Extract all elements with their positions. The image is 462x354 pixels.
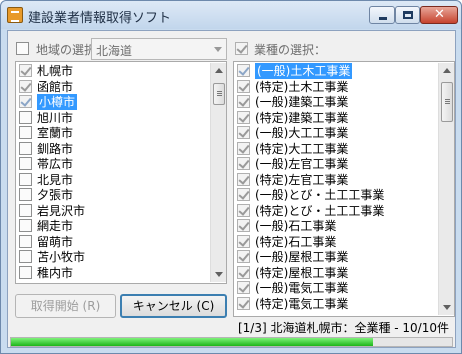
close-button[interactable]: ✕ — [420, 6, 458, 24]
app-icon — [7, 7, 23, 23]
list-item-checkbox[interactable] — [237, 219, 250, 232]
scroll-thumb[interactable] — [213, 83, 225, 105]
list-item-label: (一般)石工事業 — [255, 219, 337, 233]
list-item-label: 札幌市 — [37, 64, 74, 78]
minimize-button[interactable] — [369, 6, 395, 24]
list-item-checkbox[interactable] — [237, 188, 250, 201]
list-item-label: (一般)とび・土工工事業 — [255, 188, 385, 202]
list-item-checkbox[interactable] — [237, 79, 250, 93]
list-item-checkbox[interactable] — [19, 64, 32, 77]
list-item-checkbox[interactable] — [237, 95, 250, 108]
region-checkbox[interactable] — [16, 42, 29, 55]
list-item-checkbox[interactable] — [19, 188, 32, 201]
list-item-checkbox[interactable] — [237, 203, 250, 217]
list-item-label: 小樽市 — [37, 94, 78, 110]
list-item-label: (一般)土木工事業 — [255, 63, 353, 79]
list-item-label: 釧路市 — [37, 141, 74, 156]
list-item-label: (特定)石工事業 — [255, 234, 337, 249]
minimize-icon — [379, 17, 387, 20]
list-item-label: (一般)建築工事業 — [255, 95, 349, 109]
list-item-checkbox[interactable] — [19, 126, 32, 139]
list-item-checkbox[interactable] — [237, 110, 250, 124]
list-item-label: 苫小牧市 — [37, 250, 86, 264]
list-item-label: 旭川市 — [37, 110, 74, 125]
list-item-label: (特定)左官工事業 — [255, 172, 349, 187]
list-item-checkbox[interactable] — [19, 219, 32, 232]
cancel-button[interactable]: キャンセル (C) — [120, 294, 227, 318]
list-item-checkbox[interactable] — [237, 157, 250, 170]
list-item-checkbox[interactable] — [19, 110, 32, 124]
close-icon: ✕ — [434, 7, 445, 22]
industry-label: 業種の選択： — [254, 43, 327, 57]
list-item-checkbox[interactable] — [19, 203, 32, 217]
list-item-checkbox[interactable] — [237, 172, 250, 186]
app-window: 建設業者情報取得ソフト ✕ 地域の選択： 北海道 業種の選択： 稚内市 苫小牧市留… — [0, 0, 462, 354]
chevron-down-icon — [214, 47, 222, 52]
list-item-label: (特定)電気工事業 — [255, 296, 349, 311]
list-item-label: (特定)土木工事業 — [255, 79, 349, 94]
maximize-button[interactable] — [395, 6, 420, 24]
industry-select-all-checkbox[interactable] — [235, 42, 248, 55]
list-item-label: 留萌市 — [37, 234, 74, 249]
progress-fill — [11, 338, 373, 346]
list-item-label: (一般)屋根工事業 — [255, 250, 349, 264]
list-item-label: (特定)とび・土工工事業 — [255, 203, 385, 218]
list-item-checkbox[interactable] — [19, 265, 32, 279]
scroll-up-icon[interactable] — [443, 68, 451, 73]
list-item-label: (一般)電気工事業 — [255, 281, 349, 295]
scroll-thumb[interactable] — [441, 82, 453, 122]
list-item-checkbox[interactable] — [19, 157, 32, 170]
list-item-label: (特定)建築工事業 — [255, 110, 349, 125]
list-item-checkbox[interactable] — [19, 250, 32, 263]
list-item-label: 岩見沢市 — [37, 203, 86, 218]
list-item-label: 稚内市 — [37, 265, 74, 280]
list-item-checkbox[interactable] — [237, 234, 250, 248]
list-item-label: 室蘭市 — [37, 126, 74, 140]
list-item-label: 函館市 — [37, 79, 74, 94]
scroll-up-icon[interactable] — [215, 68, 223, 73]
list-item-checkbox[interactable] — [19, 172, 32, 186]
list-item-checkbox[interactable] — [19, 95, 32, 108]
list-item-label: 北見市 — [37, 172, 74, 187]
maximize-icon — [403, 11, 413, 19]
list-item-checkbox[interactable] — [237, 126, 250, 139]
main-panel: 地域の選択： 北海道 業種の選択： 稚内市 苫小牧市 留萌市 網走市 岩見沢市 夕張市 北見… — [7, 30, 456, 348]
list-item-checkbox[interactable] — [237, 296, 250, 310]
list-item-label: (特定)大工工事業 — [255, 141, 349, 156]
list-item-label: 帯広市 — [37, 157, 74, 171]
list-item-label: 網走市 — [37, 219, 74, 233]
list-item-label: (一般)大工工事業 — [255, 126, 349, 140]
list-item-checkbox[interactable] — [237, 265, 250, 279]
region-scrollbar[interactable] — [210, 63, 226, 282]
scroll-down-icon[interactable] — [443, 305, 451, 310]
title-bar[interactable]: 建設業者情報取得ソフト ✕ — [1, 1, 461, 29]
region-dropdown-value: 北海道 — [96, 44, 133, 58]
status-text: [1/3] 北海道札幌市：全業種 - 10/10件 — [237, 321, 449, 335]
list-item-checkbox[interactable] — [237, 141, 250, 155]
industry-list[interactable]: (特定)電気工事業 (一般)電気工事業 (特定)屋根工事業 (一般)屋根工事業 (特定)… — [233, 61, 455, 317]
list-item-label: 夕張市 — [37, 188, 74, 202]
start-button[interactable]: 取得開始 (R) — [15, 294, 116, 318]
list-item-label: (特定)屋根工事業 — [255, 265, 349, 280]
list-item-checkbox[interactable] — [237, 64, 250, 77]
progress-bar — [10, 337, 453, 347]
industry-scrollbar[interactable] — [438, 63, 454, 315]
region-list[interactable]: 稚内市 苫小牧市 留萌市 網走市 岩見沢市 夕張市 北見市 帯広市 釧路市 室蘭市 旭川市 小樽市 函館… — [15, 61, 227, 284]
list-item-checkbox[interactable] — [19, 234, 32, 248]
list-item-checkbox[interactable] — [19, 79, 32, 93]
list-item-checkbox[interactable] — [237, 250, 250, 263]
list-item-label: (一般)左官工事業 — [255, 157, 349, 171]
scroll-down-icon[interactable] — [215, 272, 223, 277]
window-title: 建設業者情報取得ソフト — [28, 11, 172, 26]
list-item-checkbox[interactable] — [237, 281, 250, 294]
region-dropdown[interactable]: 北海道 — [91, 38, 227, 60]
list-item-checkbox[interactable] — [19, 141, 32, 155]
